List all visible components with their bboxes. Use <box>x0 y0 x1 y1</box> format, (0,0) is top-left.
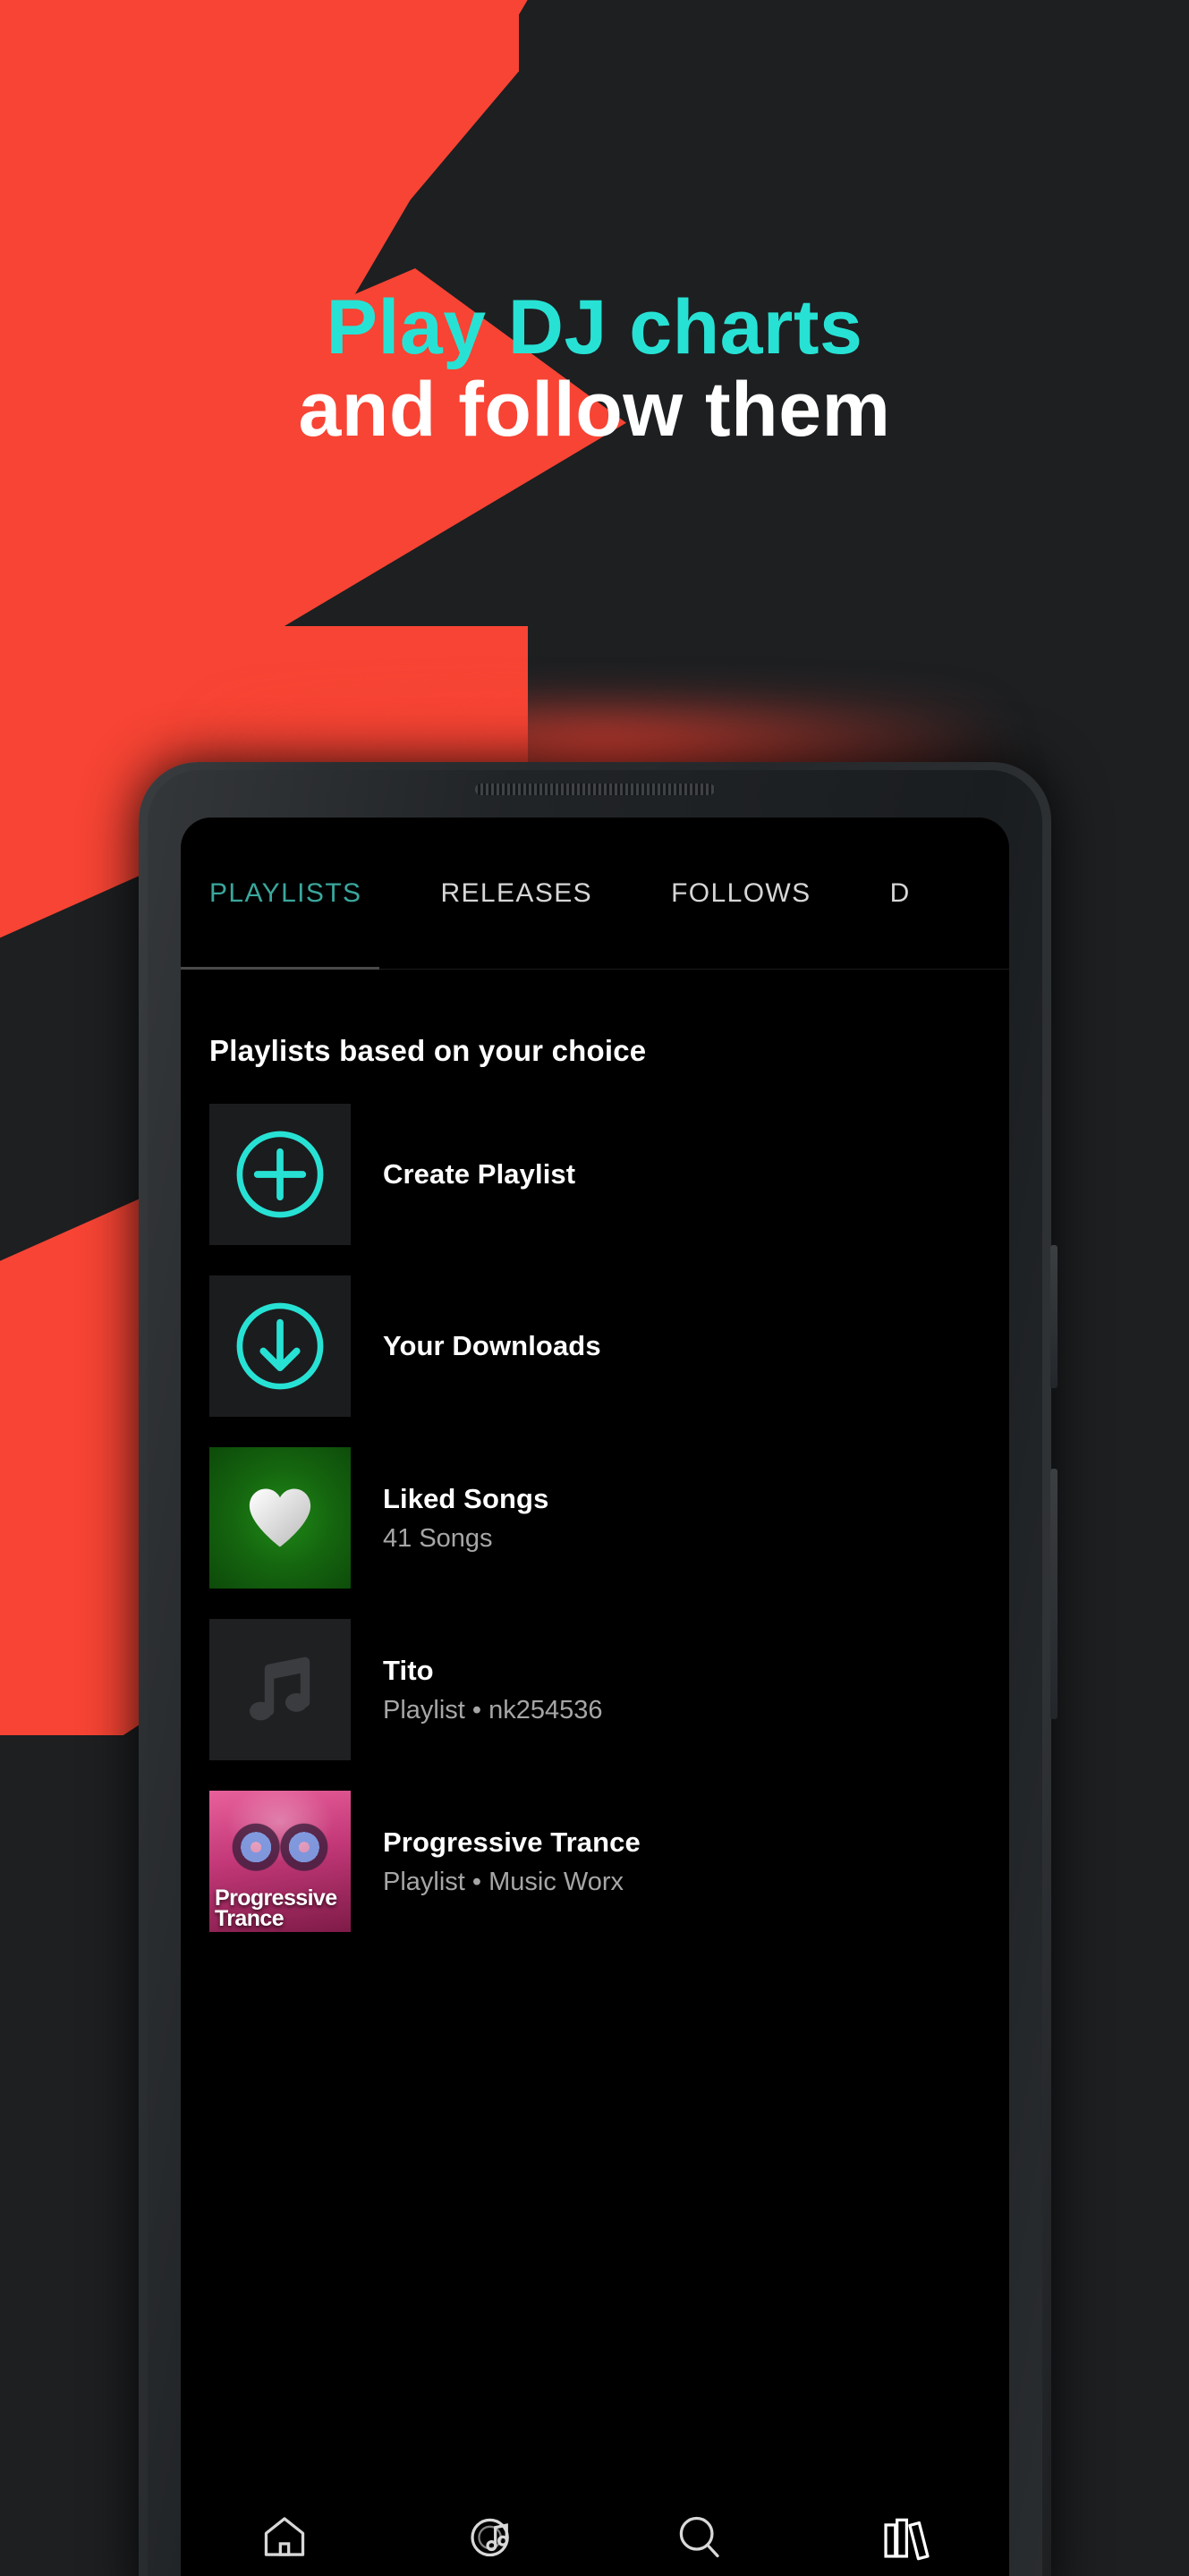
album-art-line-2: Trance <box>215 1906 285 1932</box>
list-item[interactable]: Your Downloads <box>209 1275 1009 1417</box>
headline-line-2: and follow them <box>298 367 891 453</box>
list-item[interactable]: Liked Songs 41 Songs <box>209 1447 1009 1589</box>
playlist-list: Create Playlist Your Downloads Liked Son… <box>181 1068 1009 1932</box>
headline-line-1: Play DJ charts <box>326 284 863 370</box>
tab-releases[interactable]: RELEASES <box>401 878 632 909</box>
promo-screenshot: Play DJ charts and follow them PLAYLISTS… <box>0 0 1189 2576</box>
list-item[interactable]: Create Playlist <box>209 1104 1009 1245</box>
list-item-subtitle: Playlist • nk254536 <box>383 1695 603 1724</box>
list-item-text: Your Downloads <box>351 1330 601 1362</box>
phone-screen: PLAYLISTS RELEASES FOLLOWS D Playlists b… <box>181 818 1009 2576</box>
disc-music-icon <box>471 2518 510 2557</box>
list-item-title: Create Playlist <box>383 1158 576 1190</box>
nav-search[interactable] <box>645 2512 752 2562</box>
bottom-navigation-bar <box>181 2497 1009 2576</box>
phone-device-frame: PLAYLISTS RELEASES FOLLOWS D Playlists b… <box>139 762 1057 2576</box>
section-title: Playlists based on your choice <box>209 1034 647 1067</box>
list-item-subtitle: Playlist • Music Worx <box>383 1867 624 1896</box>
tab-bar: PLAYLISTS RELEASES FOLLOWS D <box>181 818 1009 970</box>
tab-follows[interactable]: FOLLOWS <box>632 878 851 909</box>
tito-thumb <box>209 1619 351 1760</box>
promo-headline: Play DJ charts and follow them <box>0 286 1189 451</box>
nav-library[interactable] <box>852 2512 959 2562</box>
circle-arrow-down-icon <box>236 1302 324 1390</box>
list-item-title: Liked Songs <box>383 1482 549 1514</box>
earpiece-speaker-grille <box>475 784 715 795</box>
power-button[interactable] <box>1050 1469 1057 1719</box>
music-note-icon <box>250 1657 310 1721</box>
liked-songs-thumb <box>209 1447 351 1589</box>
tab-active-indicator <box>181 967 379 970</box>
list-item-title: Progressive Trance <box>383 1826 641 1858</box>
search-icon <box>679 2516 719 2558</box>
album-art-title-overlay: Progressive Trance <box>215 1886 347 1932</box>
volume-button[interactable] <box>1050 1245 1057 1388</box>
list-item-text: Liked Songs 41 Songs <box>351 1483 548 1554</box>
your-downloads-thumb <box>209 1275 351 1417</box>
circle-plus-icon <box>236 1131 324 1218</box>
progressive-trance-album-art: Progressive Trance <box>209 1791 351 1932</box>
home-icon <box>264 2517 304 2556</box>
list-item-text: Create Playlist <box>351 1158 575 1191</box>
list-item-subtitle: 41 Songs <box>383 1523 493 1553</box>
tab-dj-charts-partial[interactable]: D <box>851 878 950 909</box>
list-item-title: Your Downloads <box>383 1330 601 1361</box>
tab-playlists[interactable]: PLAYLISTS <box>209 878 401 909</box>
list-item-title: Tito <box>383 1654 434 1686</box>
list-item[interactable]: Tito Playlist • nk254536 <box>209 1619 1009 1760</box>
list-item-text: Progressive Trance Playlist • Music Worx <box>351 1826 641 1897</box>
library-books-icon <box>884 2518 930 2561</box>
list-item-text: Tito Playlist • nk254536 <box>351 1655 603 1725</box>
nav-music[interactable] <box>437 2512 545 2562</box>
heart-icon <box>249 1488 311 1547</box>
nav-home[interactable] <box>231 2512 338 2562</box>
create-playlist-thumb <box>209 1104 351 1245</box>
list-item[interactable]: Progressive Trance Progressive Trance Pl… <box>209 1791 1009 1932</box>
